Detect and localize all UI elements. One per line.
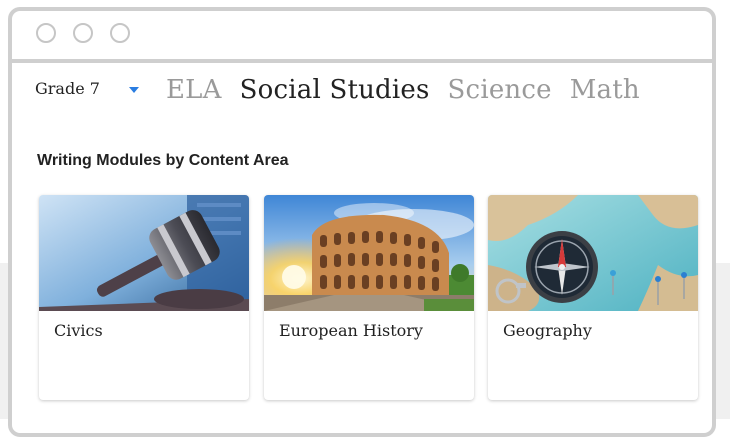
card-title: European History bbox=[279, 321, 423, 340]
module-card-european-history[interactable]: European History bbox=[264, 195, 474, 400]
card-title: Geography bbox=[503, 321, 592, 340]
section-heading: Writing Modules by Content Area bbox=[37, 152, 289, 169]
colosseum-image bbox=[264, 195, 474, 311]
tab-math[interactable]: Math bbox=[570, 75, 640, 105]
window-control-dot[interactable] bbox=[110, 23, 130, 43]
module-card-civics[interactable]: Civics bbox=[39, 195, 249, 400]
window-control-dot[interactable] bbox=[36, 23, 56, 43]
module-card-geography[interactable]: Geography bbox=[488, 195, 698, 400]
card-title: Civics bbox=[54, 321, 103, 340]
tab-science[interactable]: Science bbox=[448, 75, 552, 105]
gavel-image bbox=[39, 195, 249, 311]
subject-tabs: ELA Social Studies Science Math bbox=[166, 75, 658, 105]
tab-ela[interactable]: ELA bbox=[166, 75, 222, 105]
tab-social-studies[interactable]: Social Studies bbox=[240, 75, 430, 105]
caret-down-icon bbox=[128, 86, 139, 93]
window-control-dot[interactable] bbox=[73, 23, 93, 43]
compass-map-image bbox=[488, 195, 698, 311]
window-titlebar bbox=[12, 11, 712, 63]
grade-dropdown[interactable]: Grade 7 bbox=[35, 79, 139, 98]
grade-dropdown-value: Grade 7 bbox=[35, 79, 100, 98]
